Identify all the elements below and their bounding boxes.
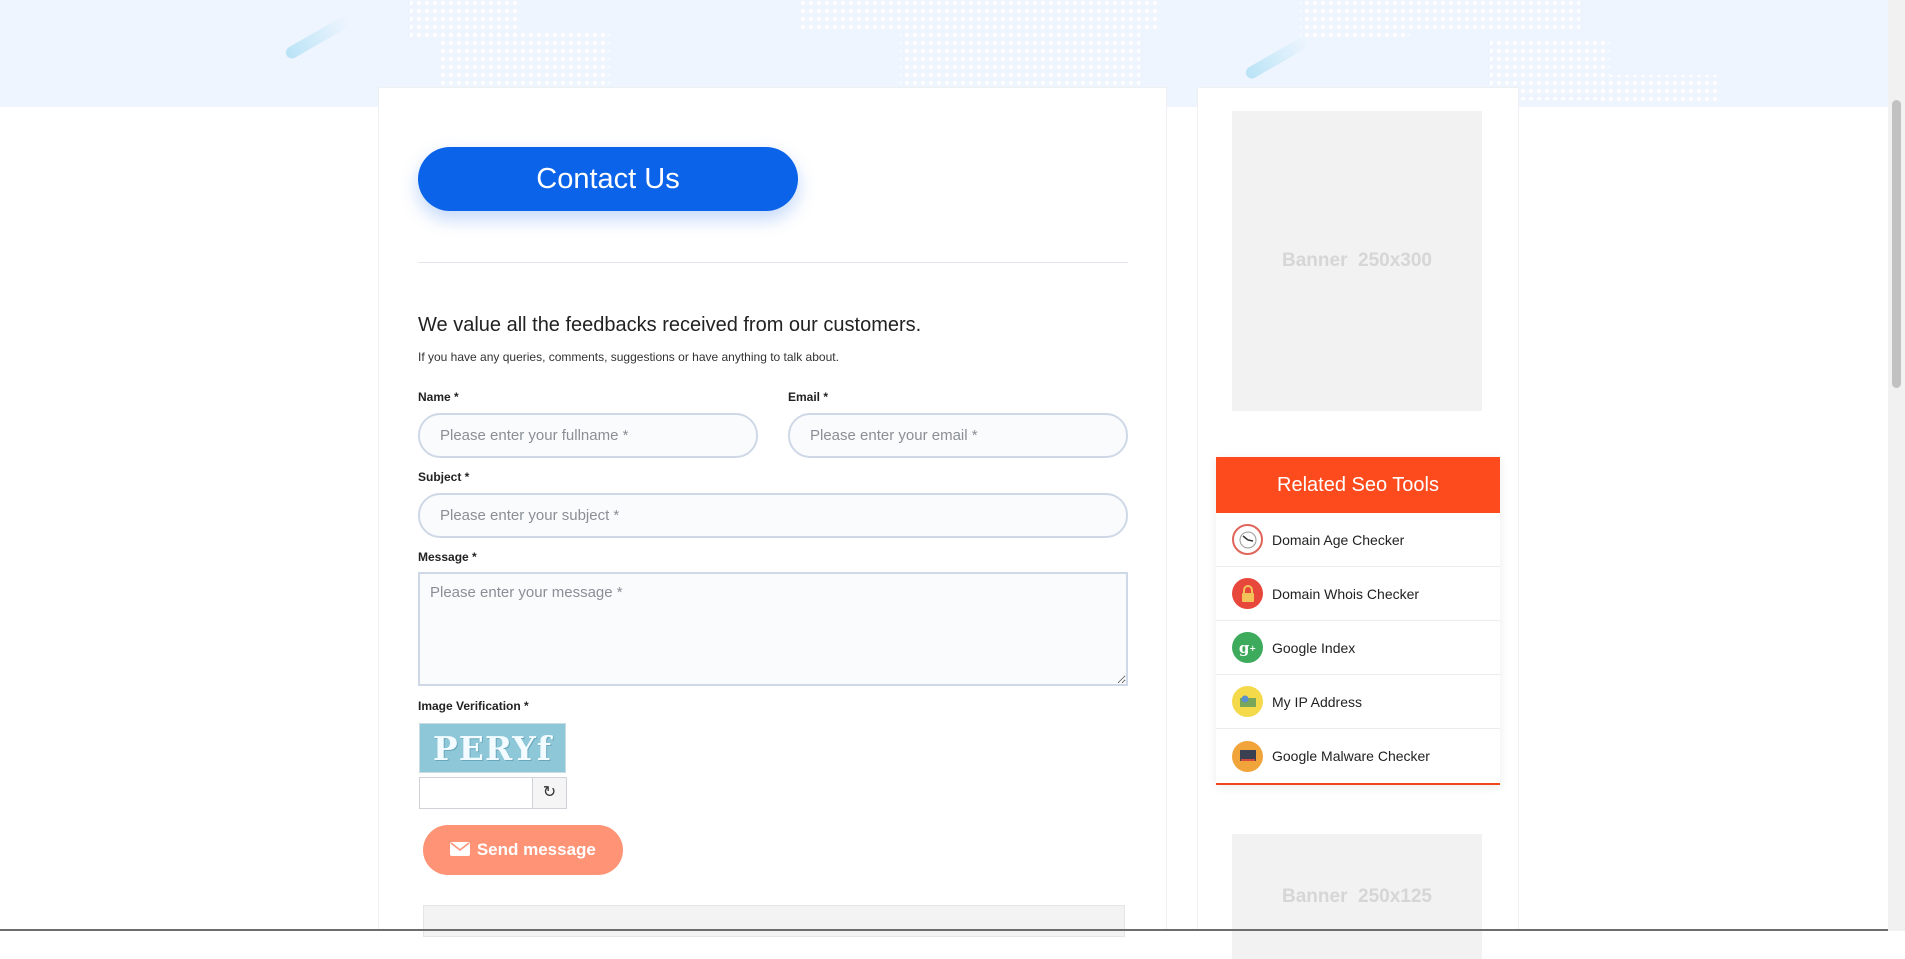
tool-item-label: Google Malware Checker: [1272, 748, 1430, 764]
name-input[interactable]: [418, 413, 758, 458]
captcha-refresh-button[interactable]: ↻: [532, 777, 567, 809]
tool-item-my-ip-address[interactable]: My IP Address: [1216, 675, 1500, 729]
banner-top-label: Banner 250x300: [1282, 250, 1432, 271]
related-seo-tools-title: Related Seo Tools: [1216, 457, 1500, 513]
captcha-label: Image Verification *: [418, 699, 529, 713]
intro-subtext: If you have any queries, comments, sugge…: [418, 350, 839, 364]
contact-card: Contact Us We value all the feedbacks re…: [378, 87, 1167, 937]
send-message-button[interactable]: Send message: [423, 825, 623, 875]
contact-us-heading-button[interactable]: Contact Us: [418, 147, 798, 211]
related-seo-tools: Related Seo Tools Domain Age Checker Dom…: [1216, 457, 1500, 785]
intro-heading: We value all the feedbacks received from…: [418, 314, 922, 336]
sidebar: Banner 250x300 Related Seo Tools Domain …: [1197, 87, 1519, 959]
captcha-input[interactable]: [419, 777, 533, 809]
email-input[interactable]: [788, 413, 1128, 458]
message-textarea[interactable]: [418, 572, 1128, 686]
tool-item-label: Domain Age Checker: [1272, 531, 1405, 548]
tool-item-label: My IP Address: [1272, 693, 1363, 710]
page-scrollbar[interactable]: [1888, 0, 1905, 931]
lock-icon: [1232, 578, 1263, 609]
message-label: Message *: [418, 550, 477, 564]
bottom-banner: [423, 905, 1125, 937]
scrollbar-thumb[interactable]: [1892, 100, 1901, 388]
tool-item-domain-age-checker[interactable]: Domain Age Checker: [1216, 513, 1500, 567]
tool-item-domain-whois-checker[interactable]: Domain Whois Checker: [1216, 567, 1500, 621]
clock-icon: [1232, 524, 1263, 555]
refresh-icon: ↻: [542, 784, 557, 801]
monitor-icon: [1232, 740, 1263, 772]
subject-label: Subject *: [418, 470, 470, 484]
name-label: Name *: [418, 390, 459, 404]
tool-item-label: Domain Whois Checker: [1272, 585, 1420, 602]
banner-bottom[interactable]: Banner 250x125: [1232, 834, 1482, 959]
google-plus-icon: g +: [1232, 632, 1263, 663]
banner-bottom-label: Banner 250x125: [1282, 886, 1432, 907]
tool-item-google-malware-checker[interactable]: Google Malware Checker: [1216, 729, 1500, 783]
banner-top[interactable]: Banner 250x300: [1232, 111, 1482, 411]
send-message-label: Send message: [476, 840, 596, 859]
tool-item-label: Google Index: [1272, 639, 1356, 656]
tool-item-google-index[interactable]: g + Google Index: [1216, 621, 1500, 675]
ip-map-icon: [1232, 686, 1263, 717]
captcha-image: PERYf: [419, 723, 566, 773]
divider: [418, 262, 1128, 263]
envelope-icon: [450, 842, 471, 856]
subject-input[interactable]: [418, 493, 1128, 538]
email-label: Email *: [788, 390, 829, 404]
